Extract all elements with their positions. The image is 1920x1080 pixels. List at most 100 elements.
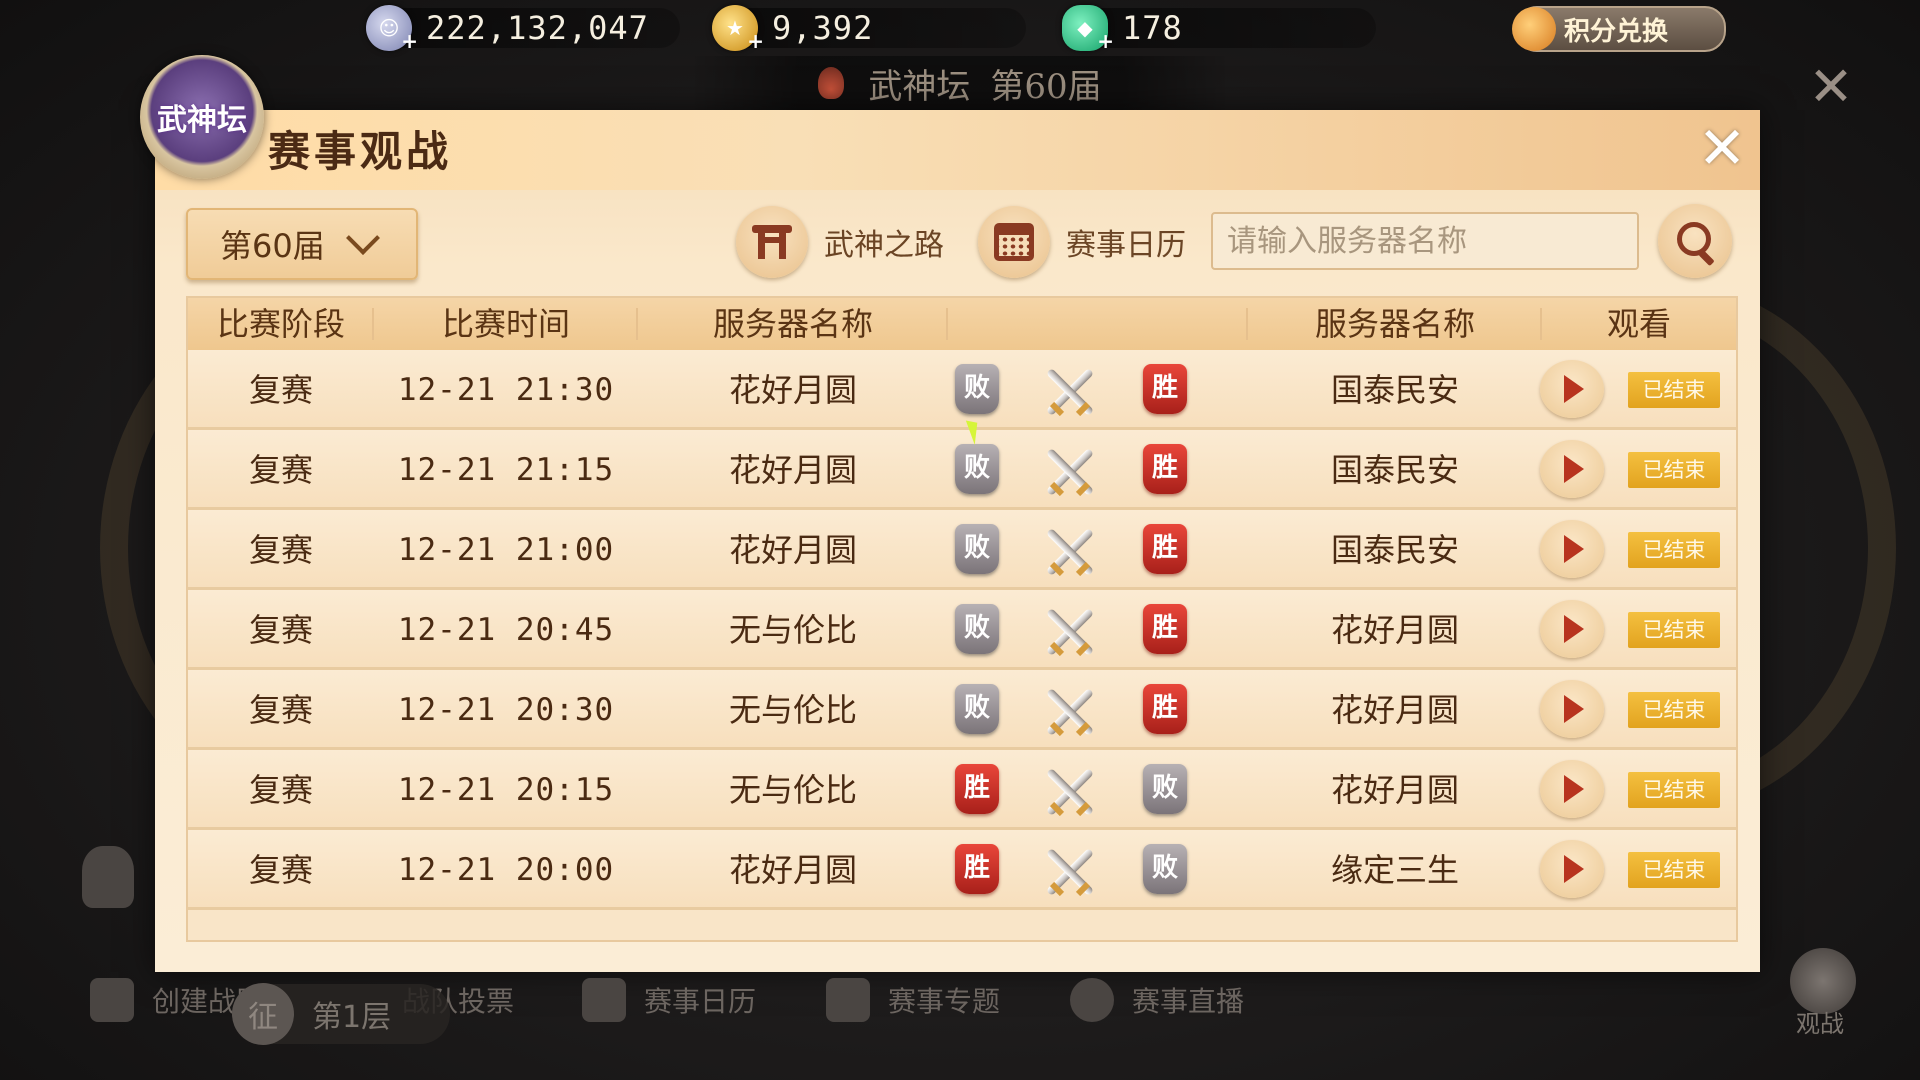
table-header: 比赛阶段 比赛时间 服务器名称 服务器名称 观看: [188, 298, 1736, 350]
header-time: 比赛时间: [374, 298, 638, 350]
stage-cell: 复赛: [248, 691, 313, 729]
crossed-swords-icon: [1044, 606, 1096, 658]
play-replay-button[interactable]: [1540, 840, 1604, 898]
stage-cell: 复赛: [248, 611, 313, 649]
table-row: 复赛 12-21 21:15 花好月圆 败 胜 国泰民安 已结束: [188, 430, 1736, 510]
event-name: 武神坛: [868, 66, 971, 107]
calendar-menu-button[interactable]: 赛事日历: [582, 970, 756, 1030]
martial-road-button[interactable]: 武神之路: [736, 204, 944, 280]
character-icon[interactable]: [82, 846, 134, 908]
result-badge-right: 胜: [1143, 524, 1187, 574]
calendar-icon: [582, 978, 626, 1022]
stage-cell: 复赛: [248, 531, 313, 569]
time-cell: 12-21 20:45: [397, 612, 615, 648]
event-calendar-button[interactable]: 赛事日历: [978, 204, 1186, 280]
result-badge-right: 胜: [1143, 444, 1187, 494]
crossed-swords-icon: [1044, 366, 1096, 418]
table-row: 复赛 12-21 20:00 花好月圆 胜 败 缘定三生 已结束: [188, 830, 1736, 910]
background-close-icon[interactable]: ✕: [1806, 60, 1856, 114]
result-badge-right: 败: [1143, 844, 1187, 894]
money-bag-icon: [1512, 7, 1556, 51]
server-left-cell: 无与伦比: [728, 611, 857, 649]
status-badge: 已结束: [1628, 612, 1720, 648]
header-server-right: 服务器名称: [1248, 298, 1542, 350]
play-replay-button[interactable]: [1540, 600, 1604, 658]
season-dropdown-value: 第60届: [220, 227, 325, 265]
calendar-menu-label: 赛事日历: [644, 985, 757, 1018]
server-search-field[interactable]: [1211, 212, 1639, 270]
match-table: 比赛阶段 比赛时间 服务器名称 服务器名称 观看 复赛 12-21 21:30 …: [186, 296, 1738, 942]
emblem-text: 武神坛: [157, 103, 247, 138]
silver-amount: 222,132,047: [426, 9, 649, 47]
table-row: 复赛 12-21 20:45 无与伦比 败 胜 花好月圆 已结束: [188, 590, 1736, 670]
event-calendar-label: 赛事日历: [1066, 228, 1186, 263]
season-dropdown[interactable]: 第60届: [186, 208, 418, 280]
crossed-swords-icon: [1044, 686, 1096, 738]
silver-currency[interactable]: ☺ + 222,132,047: [366, 5, 680, 53]
runner-icon: [90, 978, 134, 1022]
play-replay-button[interactable]: [1540, 520, 1604, 578]
scroll-icon: [826, 978, 870, 1022]
close-icon[interactable]: ✕: [1694, 119, 1750, 177]
stage-cell: 复赛: [248, 371, 313, 409]
header-versus: [948, 298, 1248, 350]
server-left-cell: 花好月圆: [728, 531, 857, 569]
server-right-cell: 花好月圆: [1330, 771, 1459, 809]
crossed-swords-icon: [1044, 526, 1096, 578]
points-exchange-label: 积分兑换: [1564, 16, 1669, 47]
stage-cell: 复赛: [248, 851, 313, 889]
result-badge-right: 胜: [1143, 364, 1187, 414]
play-replay-button[interactable]: [1540, 680, 1604, 738]
floor-indicator[interactable]: 征 第1层: [232, 983, 450, 1045]
live-menu-label: 赛事直播: [1132, 985, 1245, 1018]
play-replay-button[interactable]: [1540, 360, 1604, 418]
watch-label: 观战: [1796, 1010, 1844, 1038]
live-menu-button[interactable]: 赛事直播: [1070, 970, 1244, 1030]
gold-amount: 9,392: [772, 9, 874, 47]
play-replay-button[interactable]: [1540, 760, 1604, 818]
result-badge-left: 败: [955, 444, 999, 494]
search-icon: [1677, 222, 1711, 256]
jade-currency[interactable]: ◆ + 178: [1062, 5, 1376, 53]
status-badge: 已结束: [1628, 372, 1720, 408]
play-replay-button[interactable]: [1540, 440, 1604, 498]
result-badge-left: 败: [955, 524, 999, 574]
topics-menu-button[interactable]: 赛事专题: [826, 970, 1000, 1030]
page-title: 赛事观战: [268, 127, 453, 176]
jade-amount: 178: [1122, 9, 1183, 47]
result-badge-left: 胜: [955, 844, 999, 894]
gold-coin-icon: ★ +: [712, 5, 764, 53]
server-right-cell: 缘定三生: [1330, 851, 1459, 889]
result-badge-left: 胜: [955, 764, 999, 814]
resource-bar: ☺ + 222,132,047 ★ + 9,392 ◆ + 178 积分兑换: [0, 0, 1920, 58]
header-server-left: 服务器名称: [638, 298, 948, 350]
crossed-swords-icon: [1044, 846, 1096, 898]
header-stage: 比赛阶段: [188, 298, 374, 350]
server-left-cell: 花好月圆: [728, 851, 857, 889]
expedition-badge: 征: [232, 983, 294, 1045]
search-button[interactable]: [1658, 204, 1732, 278]
chevron-down-icon: [345, 221, 380, 255]
server-left-cell: 花好月圆: [728, 451, 857, 489]
result-badge-left: 败: [955, 604, 999, 654]
time-cell: 12-21 20:00: [397, 852, 615, 888]
gate-icon: [736, 206, 808, 278]
stage-cell: 复赛: [248, 771, 313, 809]
server-left-cell: 花好月圆: [728, 371, 857, 409]
server-right-cell: 国泰民安: [1330, 451, 1459, 489]
status-badge: 已结束: [1628, 852, 1720, 888]
time-cell: 12-21 21:30: [397, 372, 615, 408]
status-badge: 已结束: [1628, 772, 1720, 808]
table-row: 复赛 12-21 20:15 无与伦比 胜 败 花好月圆 已结束: [188, 750, 1736, 830]
result-badge-right: 胜: [1143, 604, 1187, 654]
server-right-cell: 国泰民安: [1330, 531, 1459, 569]
floor-label: 第1层: [312, 1000, 392, 1035]
event-season: 第60届: [990, 66, 1102, 107]
gold-currency[interactable]: ★ + 9,392: [712, 5, 1026, 53]
points-exchange-button[interactable]: 积分兑换: [1512, 6, 1726, 52]
server-search-input[interactable]: [1213, 214, 1637, 268]
martial-road-label: 武神之路: [824, 228, 944, 263]
time-cell: 12-21 21:00: [397, 532, 615, 568]
table-row: 复赛 12-21 21:00 花好月圆 败 胜 国泰民安 已结束: [188, 510, 1736, 590]
time-cell: 12-21 21:15: [397, 452, 615, 488]
